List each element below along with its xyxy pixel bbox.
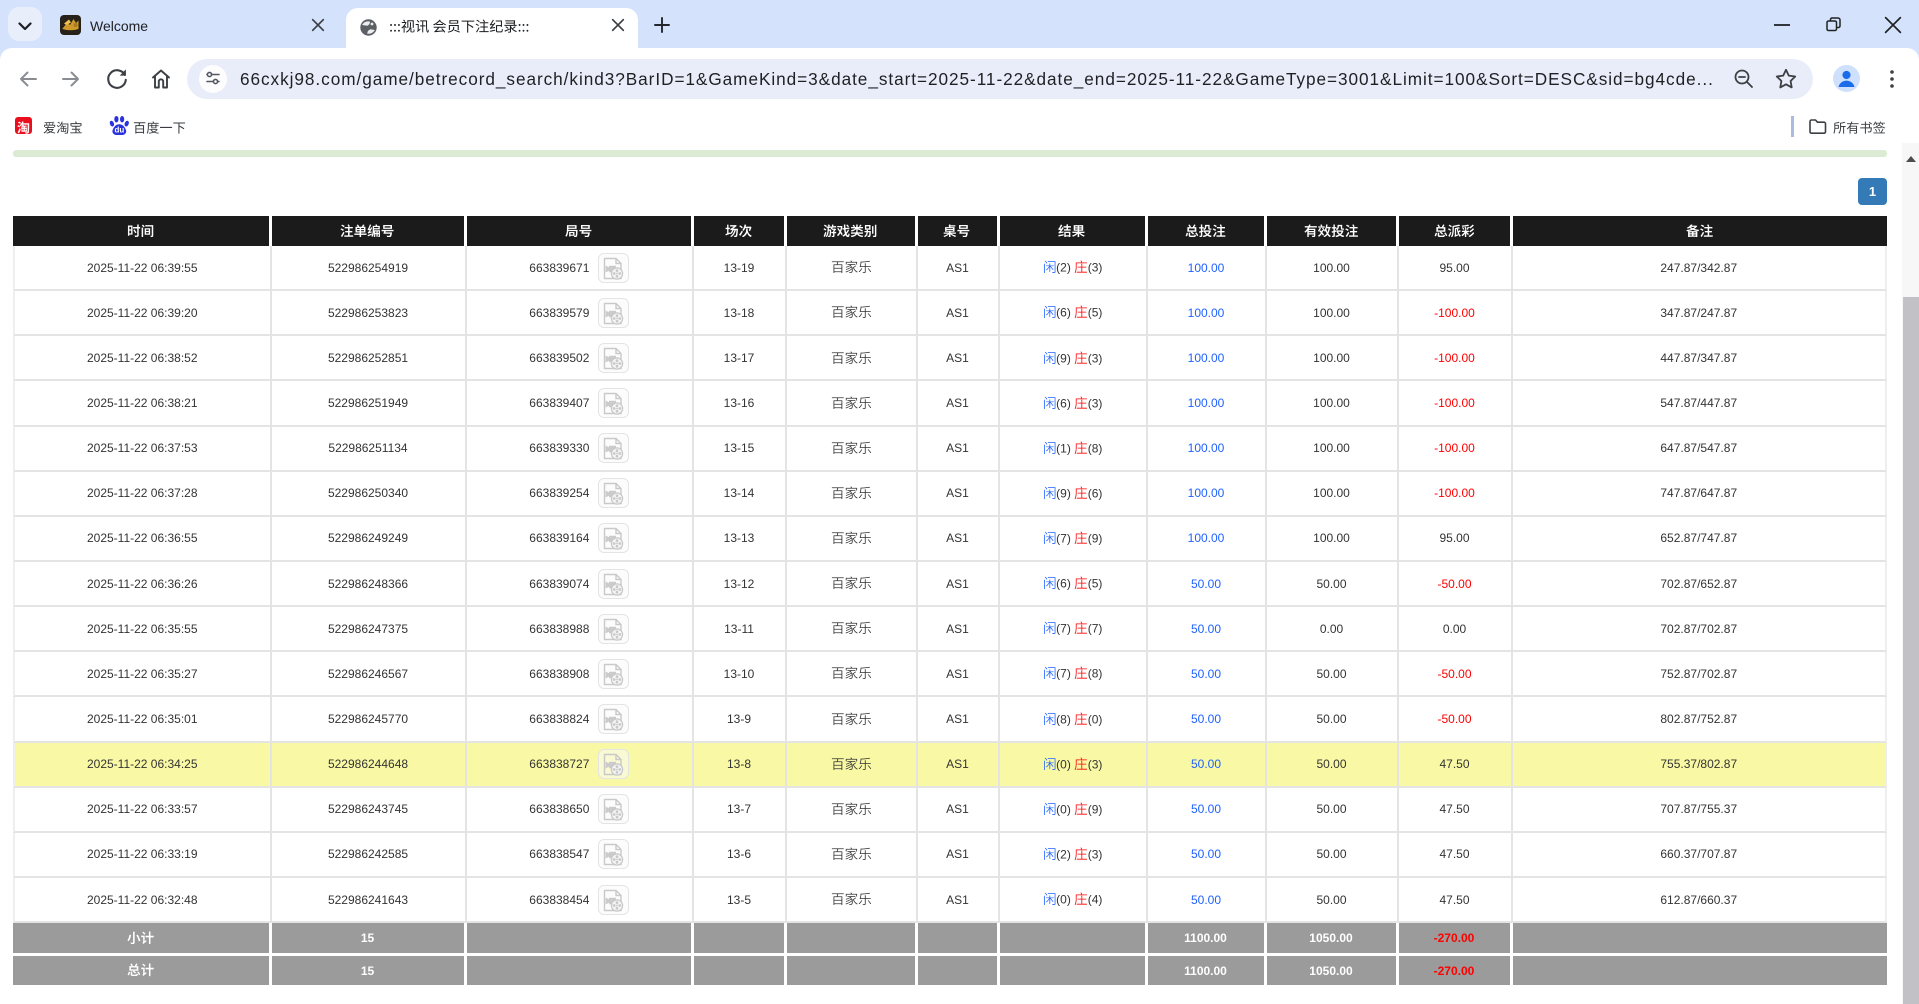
svg-text:du: du bbox=[115, 125, 125, 134]
